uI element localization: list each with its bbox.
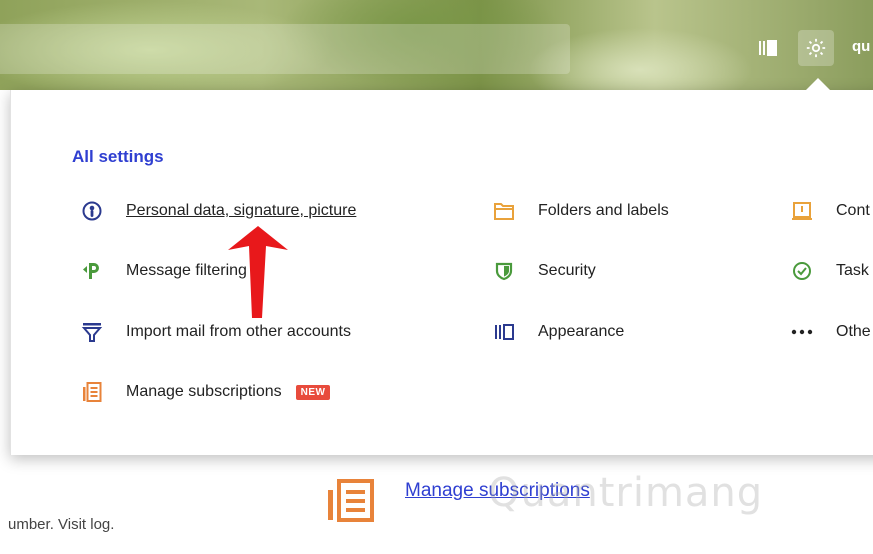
person-circle-icon bbox=[79, 198, 105, 224]
subscriptions-list-icon bbox=[79, 379, 105, 405]
subscriptions-list-icon bbox=[326, 478, 376, 527]
header-background: qu bbox=[0, 0, 873, 90]
settings-item-label: Othe bbox=[836, 323, 871, 340]
check-circle-icon bbox=[789, 258, 815, 284]
settings-item-label: Security bbox=[538, 262, 596, 279]
appearance-toggle-button[interactable] bbox=[750, 30, 786, 66]
settings-item-contacts[interactable]: Cont bbox=[789, 197, 870, 225]
settings-item-label: Manage subscriptions bbox=[126, 383, 282, 400]
import-funnel-icon bbox=[79, 319, 105, 345]
gear-icon bbox=[806, 38, 826, 58]
shield-icon bbox=[491, 258, 517, 284]
filter-p-icon bbox=[79, 258, 105, 284]
new-badge: NEW bbox=[295, 384, 331, 400]
settings-item-appearance[interactable]: Appearance bbox=[491, 318, 624, 346]
contacts-icon bbox=[789, 198, 815, 224]
settings-gear-button[interactable] bbox=[798, 30, 834, 66]
appearance-icon bbox=[759, 40, 777, 56]
settings-item-label: Import mail from other accounts bbox=[126, 323, 351, 340]
settings-item-label: Cont bbox=[836, 202, 870, 219]
settings-item-label: Task bbox=[836, 262, 869, 279]
appearance-icon bbox=[491, 319, 517, 345]
folder-icon bbox=[491, 198, 517, 224]
settings-item-label: Folders and labels bbox=[538, 202, 669, 219]
settings-item-folders-labels[interactable]: Folders and labels bbox=[491, 197, 669, 225]
watermark: Quantrimang bbox=[488, 470, 764, 516]
more-dots-icon bbox=[789, 319, 815, 345]
settings-item-label: Appearance bbox=[538, 323, 625, 340]
all-settings-link[interactable]: All settings bbox=[72, 147, 164, 167]
panel-caret bbox=[806, 78, 830, 90]
user-name[interactable]: qu bbox=[852, 38, 870, 55]
settings-item-personal-data[interactable]: Personal data, signature, picture bbox=[79, 197, 356, 225]
settings-item-security[interactable]: Security bbox=[491, 257, 596, 285]
settings-item-manage-subscriptions[interactable]: Manage subscriptions NEW bbox=[79, 378, 331, 406]
settings-item-other[interactable]: Othe bbox=[789, 318, 871, 346]
search-bar[interactable] bbox=[0, 24, 570, 74]
settings-item-import-mail[interactable]: Import mail from other accounts bbox=[79, 318, 351, 346]
settings-item-label: Personal data, signature, picture bbox=[126, 202, 357, 219]
footer-text: umber. Visit log. bbox=[8, 516, 115, 533]
settings-item-tasks[interactable]: Task bbox=[789, 257, 869, 285]
settings-panel: All settings Personal data, signature, p… bbox=[10, 90, 873, 455]
red-arrow-annotation bbox=[228, 226, 288, 318]
